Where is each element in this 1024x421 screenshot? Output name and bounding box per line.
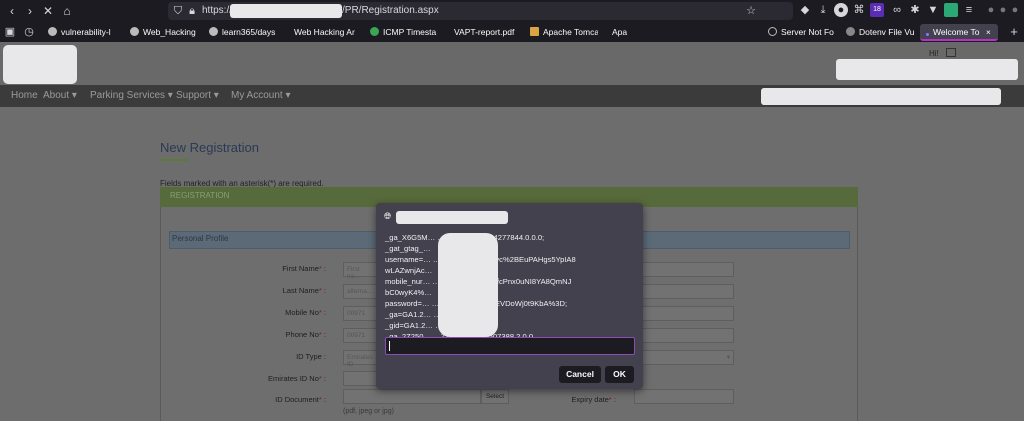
tab-vulnerability[interactable]: vulnerability-l — [48, 24, 120, 41]
icmp-icon — [370, 27, 379, 36]
tab-apa[interactable]: Apa — [612, 24, 634, 41]
personal-profile-label: Personal Profile — [172, 234, 229, 243]
tabs-bar: ▣ ◷ vulnerability-l Web_Hacking learn365… — [0, 22, 1024, 62]
bookmark-star-icon[interactable]: ☆ — [744, 4, 758, 18]
expiry-date-label: Expiry date* : — [571, 395, 616, 404]
first-name-label: First Name* : — [282, 264, 326, 273]
menu-icon[interactable]: ≡ — [962, 3, 976, 17]
prompt-input[interactable] — [385, 337, 635, 355]
extensions-icon[interactable]: ⌘ — [852, 3, 866, 17]
cancel-button[interactable]: Cancel — [559, 366, 601, 383]
phone-country-code[interactable]: 00971 — [343, 328, 378, 343]
tab-server-not-found[interactable]: Server Not Fo — [768, 24, 840, 41]
emirates-id-label: Emirates ID No* : — [268, 374, 326, 383]
emirates-id-input[interactable] — [343, 371, 378, 386]
id-type-select[interactable]: Emirates ID — [343, 350, 378, 368]
mobile-no-label: Mobile No* : — [285, 308, 326, 317]
right-field-2[interactable] — [634, 284, 734, 299]
tab-apache-tomcat[interactable]: Apache Tomca — [530, 24, 598, 41]
globe-icon: 🌐︎ — [384, 211, 392, 221]
redacted-domain — [230, 4, 342, 18]
cookie-line: _gat_gtag_… — [385, 244, 431, 253]
shield-icon[interactable]: ⛉ — [171, 4, 185, 18]
tab-web-hacking-ar[interactable]: Web Hacking Ar — [294, 24, 356, 41]
mobile-country-code[interactable]: 00971 — [343, 306, 378, 321]
user-box-icon[interactable] — [946, 48, 956, 57]
recent-icon[interactable]: ◷ — [22, 25, 36, 39]
redacted-logo — [3, 45, 77, 84]
site-header: Hi! — [0, 42, 1024, 85]
info-icon — [768, 27, 777, 36]
select-file-button[interactable]: Select — [481, 389, 509, 404]
right-field-3[interactable] — [634, 306, 734, 321]
cookie-line: bC0wyK4%… — [385, 288, 432, 297]
new-tab-icon[interactable]: + — [1007, 25, 1021, 39]
menu-support[interactable]: Support ▾ — [176, 90, 219, 101]
browser-toolbar: ‹ › ✕ ⌂ ⛉ 🔒︎ https:// /PR/Registration.a… — [0, 0, 1024, 22]
id-document-hint: (pdf, jpeg or jpg) — [343, 408, 394, 415]
stop-icon[interactable]: ✕ — [39, 2, 57, 20]
github-icon — [48, 27, 57, 36]
url-path: /PR/Registration.aspx — [342, 5, 439, 16]
close-tab-icon[interactable]: × — [986, 27, 991, 37]
badge-extension-icon[interactable]: 18 — [870, 3, 884, 17]
last-name-input[interactable]: alterna... — [343, 284, 378, 299]
close-window-icon[interactable]: ● — [1008, 3, 1022, 17]
text-caret — [389, 341, 390, 351]
greeting-text: Hi! — [929, 49, 939, 58]
last-name-label: Last Name* : — [282, 286, 326, 295]
puzzle-icon[interactable]: ✱ — [908, 3, 922, 17]
forward-icon[interactable]: › — [21, 2, 39, 20]
pocket-icon[interactable]: ◆ — [798, 3, 812, 17]
lock-icon[interactable]: 🔒︎ — [185, 4, 199, 18]
id-type-label: ID Type : — [296, 352, 326, 361]
site-icon — [926, 33, 929, 36]
redacted-nav-info — [761, 88, 1001, 105]
id-document-label: ID Document* : — [275, 395, 326, 404]
site-nav-menu: Home About ▾ Parking Services ▾ Support … — [0, 85, 1024, 107]
tab-web-hacking[interactable]: Web_Hacking — [130, 24, 198, 41]
green-extension-icon[interactable] — [944, 3, 958, 17]
tab-welcome-active[interactable]: Welcome To × — [920, 24, 998, 41]
tab-vapt-report[interactable]: VAPT-report.pdf — [454, 24, 524, 41]
first-name-input[interactable]: First na... — [343, 262, 378, 280]
url-prefix: https:// — [202, 5, 233, 16]
ok-button[interactable]: OK — [605, 366, 634, 383]
menu-my-account[interactable]: My Account ▾ — [231, 90, 291, 101]
expiry-date-input[interactable] — [634, 389, 734, 404]
chevron-down-icon: ▾ — [726, 354, 730, 361]
tab-learn365[interactable]: learn365/days — [209, 24, 281, 41]
title-underline — [160, 159, 188, 161]
tab-dotenv[interactable]: Dotenv File Vu — [846, 24, 916, 41]
account-icon[interactable]: ● — [834, 3, 848, 17]
id-document-file-input[interactable] — [343, 389, 481, 404]
github-icon — [209, 27, 218, 36]
url-bar[interactable]: ⛉ 🔒︎ https:// /PR/Registration.aspx ☆ — [168, 2, 793, 20]
tab-list-icon[interactable]: ▣ — [3, 25, 17, 39]
menu-about[interactable]: About ▾ — [43, 90, 77, 101]
back-icon[interactable]: ‹ — [3, 2, 21, 20]
cookie-line: wLAZwnjAc… — [385, 266, 433, 275]
tab-icmp[interactable]: ICMP Timesta — [370, 24, 440, 41]
right-select[interactable]: ▾ — [634, 350, 734, 365]
glasses-icon[interactable]: ∞ — [890, 3, 904, 17]
menu-parking-services[interactable]: Parking Services ▾ — [90, 90, 173, 101]
phone-no-label: Phone No* : — [285, 330, 326, 339]
download-icon[interactable]: ⤓ — [816, 3, 830, 17]
right-field-4[interactable] — [634, 328, 734, 343]
right-field-1[interactable] — [634, 262, 734, 277]
home-icon[interactable]: ⌂ — [58, 2, 76, 20]
redacted-dialog-origin — [396, 211, 508, 224]
image-icon — [530, 27, 539, 36]
dotenv-icon — [846, 27, 855, 36]
registration-label: REGISTRATION — [170, 191, 230, 200]
redacted-user-info — [836, 59, 1018, 80]
github-icon — [130, 27, 139, 36]
redacted-cookie-values — [438, 233, 498, 337]
cookie-prompt-dialog: 🌐︎ _ga_X6G5M… …77249.3.1.1734277844.0.0.… — [376, 203, 643, 389]
shield-ext-icon[interactable]: ▼ — [926, 3, 940, 17]
page-title: New Registration — [160, 140, 259, 155]
menu-home[interactable]: Home — [11, 90, 38, 101]
